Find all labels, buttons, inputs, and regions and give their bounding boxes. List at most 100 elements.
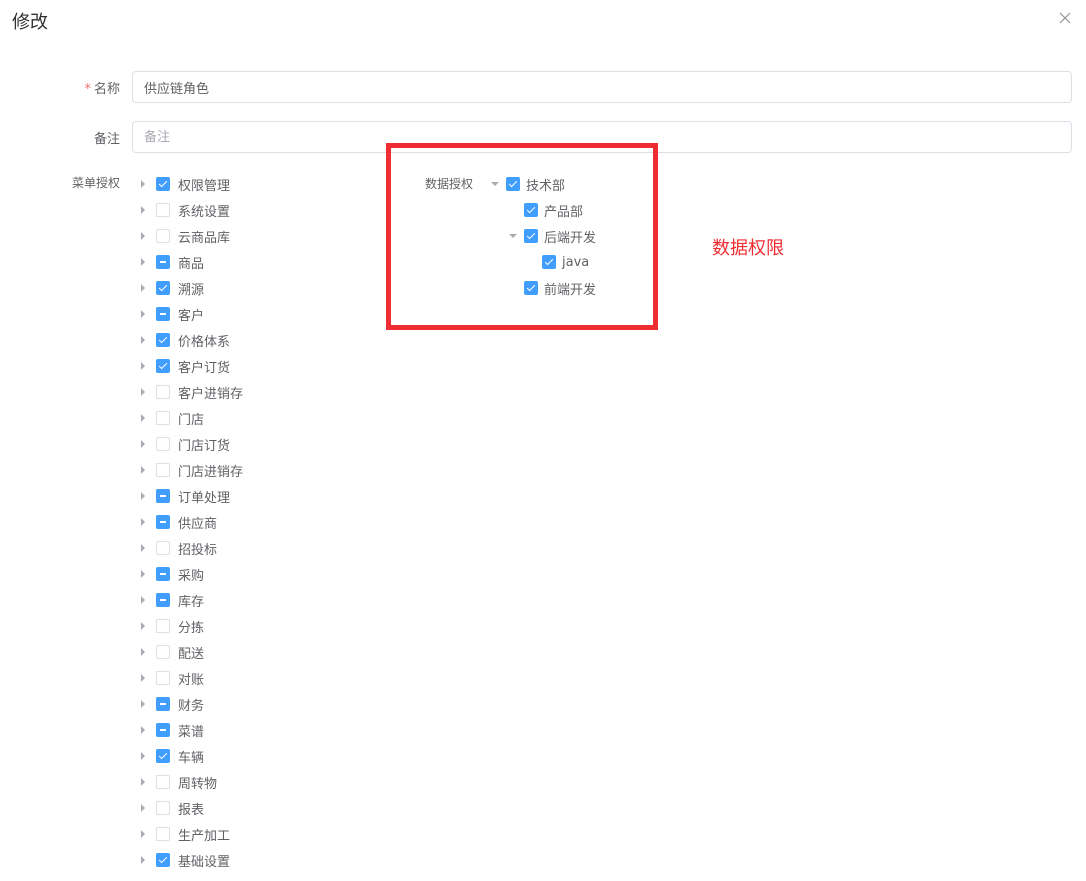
caret-right-icon[interactable] — [138, 543, 148, 553]
menu_tree-node[interactable]: 客户订货 — [138, 353, 230, 379]
node-checkbox[interactable] — [156, 411, 170, 425]
node-label: 门店进销存 — [178, 464, 244, 480]
node-label: 云商品库 — [178, 230, 231, 246]
menu_tree-node[interactable]: 采购 — [138, 561, 204, 587]
node-checkbox[interactable] — [156, 359, 170, 373]
caret-right-icon[interactable] — [138, 387, 148, 397]
node-label: 财务 — [178, 698, 205, 714]
node-checkbox[interactable] — [156, 281, 170, 295]
menu_tree-node[interactable]: 门店进销存 — [138, 457, 243, 483]
node-checkbox[interactable] — [156, 697, 170, 711]
menu_tree-node[interactable]: 菜谱 — [138, 717, 204, 743]
caret-right-icon[interactable] — [138, 829, 148, 839]
node-checkbox[interactable] — [156, 645, 170, 659]
node-checkbox[interactable] — [156, 385, 170, 399]
node-checkbox[interactable] — [156, 177, 170, 191]
node-label: 对账 — [178, 672, 205, 688]
menu_tree-node[interactable]: 云商品库 — [138, 223, 230, 249]
menu_tree-node[interactable]: 报表 — [138, 795, 204, 821]
caret-right-icon[interactable] — [138, 647, 148, 657]
caret-right-icon[interactable] — [138, 569, 148, 579]
caret-right-icon[interactable] — [138, 595, 148, 605]
node-checkbox[interactable] — [156, 775, 170, 789]
caret-right-icon[interactable] — [138, 309, 148, 319]
menu_tree-node[interactable]: 生产加工 — [138, 821, 230, 847]
caret-right-icon[interactable] — [138, 439, 148, 449]
node-label: 系统设置 — [178, 204, 231, 220]
menu_tree-node[interactable]: 订单处理 — [138, 483, 230, 509]
menu_tree-node[interactable]: 权限管理 — [138, 171, 230, 197]
node-label: 配送 — [178, 646, 205, 662]
menu_tree-node[interactable]: 库存 — [138, 587, 204, 613]
menu_tree-node[interactable]: 门店 — [138, 405, 204, 431]
node-checkbox[interactable] — [156, 437, 170, 451]
node-checkbox[interactable] — [156, 229, 170, 243]
caret-right-icon[interactable] — [138, 179, 148, 189]
caret-right-icon[interactable] — [138, 205, 148, 215]
caret-right-icon[interactable] — [138, 257, 148, 267]
caret-right-icon[interactable] — [138, 465, 148, 475]
menu_tree-node[interactable]: 配送 — [138, 639, 204, 665]
caret-right-icon[interactable] — [138, 335, 148, 345]
node-checkbox[interactable] — [156, 333, 170, 347]
caret-right-icon[interactable] — [138, 283, 148, 293]
highlight-box — [386, 143, 658, 330]
node-checkbox[interactable] — [156, 255, 170, 269]
node-checkbox[interactable] — [156, 749, 170, 763]
node-checkbox[interactable] — [156, 567, 170, 581]
menu_tree-node[interactable]: 对账 — [138, 665, 204, 691]
close-icon[interactable] — [1057, 10, 1073, 26]
node-label: 客户 — [178, 308, 205, 324]
node-label: 采购 — [178, 568, 205, 584]
node-checkbox[interactable] — [156, 801, 170, 815]
menu_tree-node[interactable]: 客户进销存 — [138, 379, 243, 405]
name-input[interactable] — [132, 71, 1072, 103]
node-checkbox[interactable] — [156, 463, 170, 477]
node-checkbox[interactable] — [156, 541, 170, 555]
menu_tree-node[interactable]: 车辆 — [138, 743, 204, 769]
caret-right-icon[interactable] — [138, 803, 148, 813]
menu_tree-node[interactable]: 基础设置 — [138, 847, 230, 873]
caret-right-icon[interactable] — [138, 751, 148, 761]
menu_tree-node[interactable]: 招投标 — [138, 535, 217, 561]
menu_tree-node[interactable]: 财务 — [138, 691, 204, 717]
caret-right-icon[interactable] — [138, 673, 148, 683]
caret-right-icon[interactable] — [138, 413, 148, 423]
node-label: 生产加工 — [178, 828, 231, 844]
node-checkbox[interactable] — [156, 671, 170, 685]
node-checkbox[interactable] — [156, 723, 170, 737]
menu_tree-node[interactable]: 周转物 — [138, 769, 217, 795]
caret-right-icon[interactable] — [138, 855, 148, 865]
node-checkbox[interactable] — [156, 489, 170, 503]
node-label: 价格体系 — [178, 334, 231, 350]
node-label: 供应商 — [178, 516, 218, 532]
node-checkbox[interactable] — [156, 827, 170, 841]
menu_tree-node[interactable]: 供应商 — [138, 509, 217, 535]
node-checkbox[interactable] — [156, 203, 170, 217]
menu_tree-node[interactable]: 系统设置 — [138, 197, 230, 223]
caret-right-icon[interactable] — [138, 231, 148, 241]
caret-right-icon[interactable] — [138, 517, 148, 527]
node-label: 分拣 — [178, 620, 205, 636]
menu_tree-node[interactable]: 商品 — [138, 249, 204, 275]
node-checkbox[interactable] — [156, 853, 170, 867]
node-label: 订单处理 — [178, 490, 231, 506]
node-label: 菜谱 — [178, 724, 205, 740]
menu_tree-node[interactable]: 溯源 — [138, 275, 204, 301]
caret-right-icon[interactable] — [138, 699, 148, 709]
node-checkbox[interactable] — [156, 307, 170, 321]
node-checkbox[interactable] — [156, 593, 170, 607]
node-label: 库存 — [178, 594, 205, 610]
node-checkbox[interactable] — [156, 619, 170, 633]
caret-right-icon[interactable] — [138, 725, 148, 735]
menu_tree-node[interactable]: 分拣 — [138, 613, 204, 639]
menu_tree-node[interactable]: 客户 — [138, 301, 204, 327]
caret-right-icon[interactable] — [138, 491, 148, 501]
node-label: 门店 — [178, 412, 205, 428]
node-checkbox[interactable] — [156, 515, 170, 529]
caret-right-icon[interactable] — [138, 621, 148, 631]
caret-right-icon[interactable] — [138, 361, 148, 371]
menu_tree-node[interactable]: 价格体系 — [138, 327, 230, 353]
menu_tree-node[interactable]: 门店订货 — [138, 431, 230, 457]
caret-right-icon[interactable] — [138, 777, 148, 787]
